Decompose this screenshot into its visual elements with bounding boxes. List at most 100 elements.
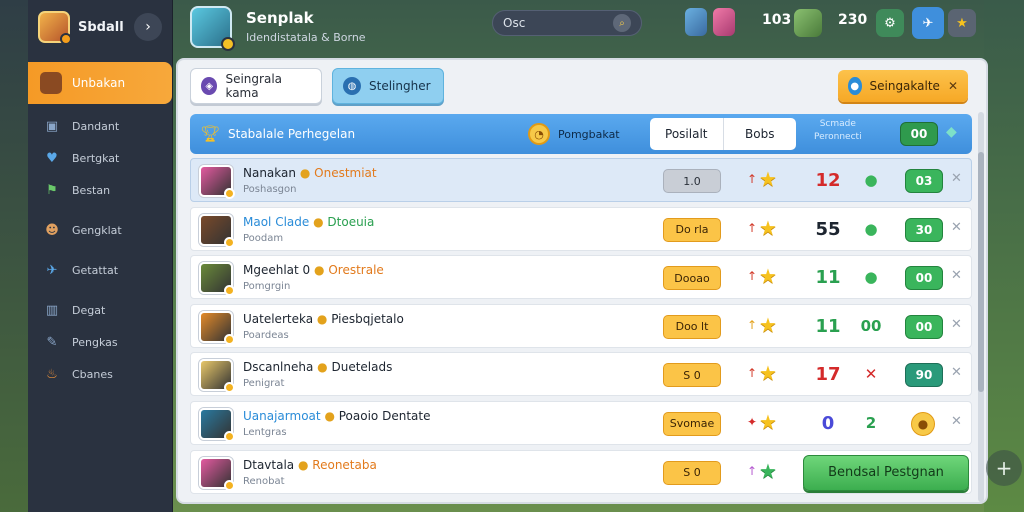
character-icon [40, 72, 62, 94]
sidebar-title: Sbdall [78, 19, 124, 35]
score-badge[interactable]: S 0 [663, 363, 721, 388]
close-icon[interactable]: ✕ [951, 171, 962, 186]
level-pill[interactable]: 03 [905, 169, 943, 193]
shield-icon: ◈ [201, 77, 218, 95]
table-row[interactable]: Uanajarmoat ● Poaoio Dentate Lentgras Svom… [190, 400, 972, 445]
background-left [0, 0, 30, 512]
level-pill[interactable]: 00 [905, 314, 943, 339]
coin-icon: ● [314, 263, 325, 278]
player-avatar [199, 213, 235, 248]
status-mark: ● [864, 219, 878, 238]
badge-icon [224, 333, 235, 345]
table-row[interactable]: Uatelerteka ● Piesbqjetalo Poardeas Doo lt… [190, 303, 972, 348]
star-icon[interactable]: ★ [948, 9, 976, 37]
player-avatar [199, 165, 235, 199]
tab-primary[interactable]: ◈ Seingrala kama [190, 68, 322, 104]
diamond-icon[interactable]: ◆ [946, 124, 964, 142]
flag-icon: ⚑ [46, 182, 58, 198]
rank-number: 11 [815, 315, 841, 337]
sidebar-item-3[interactable]: ☻ Gengklat [28, 214, 172, 246]
sidebar-item-active[interactable]: Unbakan [28, 62, 172, 104]
player-avatar [199, 456, 235, 491]
search-icon[interactable]: ⌕ [613, 14, 631, 32]
header-pill[interactable]: 00 [900, 122, 938, 146]
stat-b: 230 [838, 12, 868, 28]
sidebar-avatar[interactable] [38, 11, 72, 45]
tab-label: Seingrala kama [225, 72, 282, 100]
sidebar-item-6[interactable]: ✎ Pengkas [28, 326, 172, 358]
search-input[interactable]: Osc ⌕ [492, 10, 642, 36]
badge-icon [224, 479, 235, 491]
star-icon: ★ [759, 361, 777, 386]
score-badge[interactable]: Do rla [663, 217, 721, 242]
table-row[interactable]: Dtavtala ● Reonetaba Renobat S 0 ↑ ★ Bendsal … [190, 449, 972, 494]
action-button[interactable]: ● Seingakalte ✕ [838, 70, 968, 102]
sidebar-item-5[interactable]: ▥ Degat [28, 294, 172, 326]
player-tag: Orestrale [328, 263, 384, 278]
rank-number: 17 [815, 364, 841, 386]
level-pill[interactable]: 30 [905, 217, 943, 242]
status-mark: ● [864, 171, 878, 189]
sidebar-item-7[interactable]: ♨ Cbanes [28, 358, 172, 390]
score-badge[interactable]: Dooao [663, 266, 721, 291]
header-right-label: Scmade Peronnecti [814, 118, 862, 144]
coin-icon: ● [299, 166, 311, 180]
table-row[interactable]: Dscanlneha ● Duetelads Penigrat S 0 ↑ ★ 17 ✕ 90… [190, 352, 972, 397]
player-name: Nanakan [243, 166, 296, 180]
cta-button[interactable]: Bendsal Pestgnan [803, 454, 969, 491]
tab-secondary[interactable]: ◍ Stelingher [332, 68, 444, 104]
coin-icon: ◔ [528, 123, 550, 145]
scrollbar-thumb[interactable] [978, 152, 984, 392]
coin-icon[interactable]: ● [911, 411, 935, 436]
player-tag: Onestmiat [314, 166, 377, 180]
segment-right[interactable]: Bobs [724, 118, 797, 150]
star-icon: ★ [759, 458, 777, 483]
score-badge[interactable]: Doo lt [663, 314, 721, 339]
level-pill[interactable]: 90 [905, 363, 943, 388]
star-icon: ★ [759, 215, 777, 240]
close-icon[interactable]: ✕ [951, 365, 962, 380]
sidebar-item-label: Unbakan [72, 76, 126, 90]
table-row[interactable]: Maol Clade ● Dtoeuia Poodam Do rla ↑ ★ 55 ● 30 ✕ [190, 206, 972, 251]
sidebar-item-label: Gengklat [72, 223, 122, 237]
bird-icon[interactable]: ✈ [912, 7, 944, 39]
sidebar-item-1[interactable]: ♥ Bertgkat [28, 142, 172, 174]
level-pill[interactable]: 00 [905, 266, 943, 291]
player-name: Uanajarmoat [243, 408, 321, 423]
sidebar-item-label: Dandant [72, 119, 120, 133]
star-icon: ★ [759, 312, 777, 337]
close-icon[interactable]: ✕ [951, 414, 962, 429]
settings-icon[interactable]: ⚙ [876, 9, 904, 37]
header-right-label-2: Peronnecti [814, 132, 862, 142]
sidebar-item-2[interactable]: ⚑ Bestan [28, 174, 172, 206]
player-tag: Dtoeuia [327, 214, 375, 229]
player-avatar[interactable] [190, 6, 235, 51]
flame-icon: ♨ [46, 366, 58, 382]
tab-label: Stelingher [369, 79, 431, 93]
close-icon[interactable]: ✕ [951, 317, 962, 332]
player-avatar [199, 262, 235, 297]
coin-icon: ● [317, 360, 328, 375]
scrollbar[interactable] [978, 112, 984, 502]
sidebar-item-0[interactable]: ▣ Dandant [28, 110, 172, 142]
character-icon [794, 9, 822, 37]
add-icon[interactable]: + [986, 450, 1022, 486]
close-icon[interactable]: ✕ [951, 220, 962, 235]
table-row[interactable]: Nanakan ● Onestmiat Poshasgon 1.0 ↑ ★ 12 ● 03 ✕ [190, 158, 972, 202]
player-subtitle: Lentgras [243, 426, 287, 438]
score-badge[interactable]: 1.0 [663, 169, 721, 193]
player-name-line: Nanakan ● Onestmiat [243, 166, 377, 180]
table-row[interactable]: Mgeehlat 0 ● Orestrale Pomgrgin Dooao ↑ ★ 11 ●… [190, 255, 972, 300]
player-name: Mgeehlat 0 [243, 263, 311, 278]
score-badge[interactable]: S 0 [663, 460, 721, 485]
close-icon[interactable]: ✕ [948, 79, 958, 93]
rank-arrow-icon: ↑ [747, 463, 758, 478]
sidebar-item-4[interactable]: ✈ Getattat [28, 254, 172, 286]
collapse-arrow-icon[interactable]: › [134, 13, 162, 41]
score-badge[interactable]: Svomae [663, 411, 721, 436]
close-icon[interactable]: ✕ [951, 268, 962, 283]
sidebar-item-label: Pengkas [72, 335, 118, 349]
coin-icon: ● [297, 457, 309, 472]
segment-left[interactable]: Posilalt [650, 118, 724, 150]
coin-label: Pomgbakat [558, 127, 620, 141]
